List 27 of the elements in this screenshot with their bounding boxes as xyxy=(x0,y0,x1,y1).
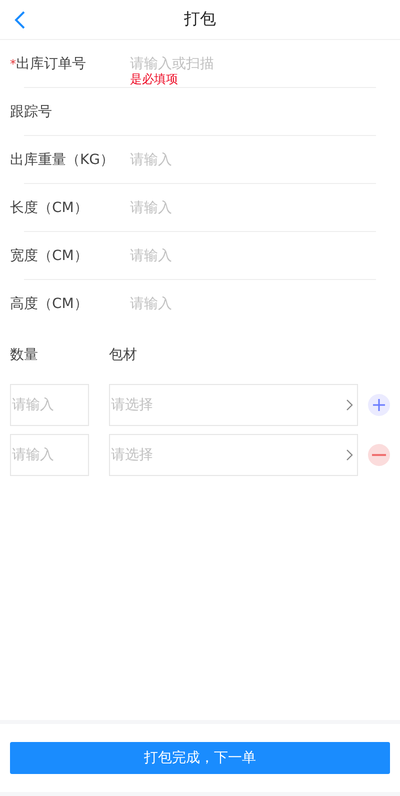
page-title: 打包 xyxy=(184,9,216,30)
submit-button[interactable]: 打包完成，下一单 xyxy=(10,742,390,774)
input-field[interactable]: 请输入 xyxy=(130,152,360,168)
material-select[interactable]: 请选择 xyxy=(109,434,358,476)
field-label: 出库订单号 xyxy=(16,55,86,73)
input-field[interactable]: 请输入 xyxy=(130,296,360,312)
column-label: 数量 xyxy=(10,346,39,365)
quantity-field[interactable]: 请输入 xyxy=(10,434,89,476)
error-message: 是必填项 xyxy=(130,71,178,88)
field-label: 宽度（CM） xyxy=(10,247,88,265)
field-label: 跟踪号 xyxy=(10,103,52,121)
plus-icon xyxy=(372,398,386,412)
chevron-icon xyxy=(346,399,353,411)
add-button[interactable] xyxy=(368,394,390,416)
field-label: 长度（CM） xyxy=(10,199,88,217)
field-label: 高度（CM） xyxy=(10,295,88,313)
input-field[interactable]: 请输入 xyxy=(130,200,360,216)
back-icon[interactable] xyxy=(14,11,26,29)
quantity-field[interactable]: 请输入 xyxy=(10,384,89,426)
required-mark: * xyxy=(10,57,16,71)
input-field[interactable]: 请输入或扫描 xyxy=(130,56,360,72)
material-select[interactable]: 请选择 xyxy=(109,384,358,426)
field-label: 出库重量（KG） xyxy=(10,151,114,169)
chevron-icon xyxy=(346,449,353,461)
column-label: 包材 xyxy=(109,346,137,365)
remove-button[interactable] xyxy=(368,444,390,466)
input-field[interactable]: 请输入 xyxy=(130,248,360,264)
